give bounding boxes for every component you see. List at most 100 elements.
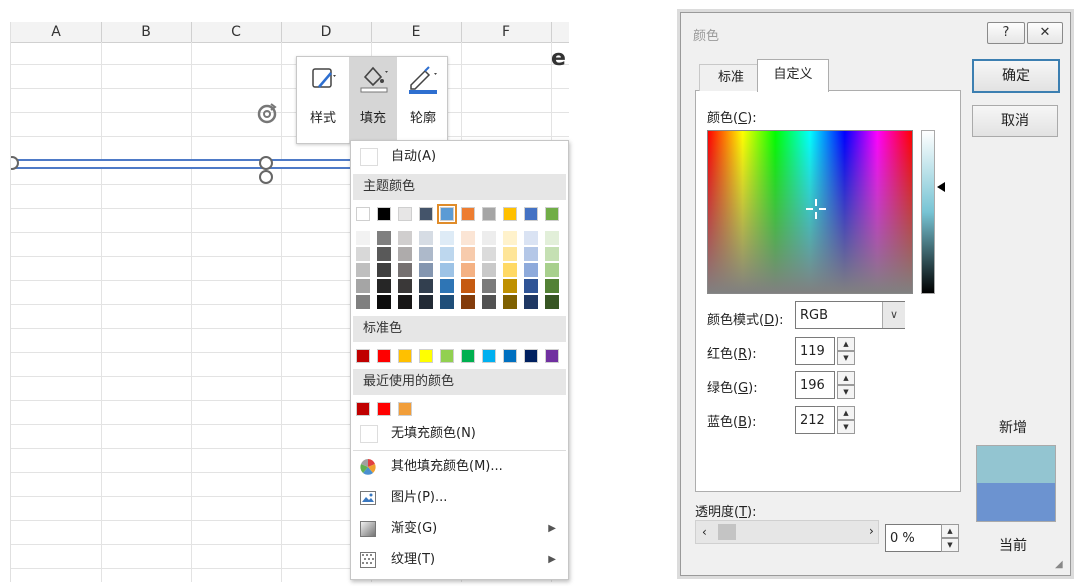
theme-shade-swatch[interactable] bbox=[356, 263, 370, 277]
column-header-c[interactable]: C bbox=[191, 22, 282, 42]
theme-shade-swatch[interactable] bbox=[419, 231, 433, 245]
scroll-left-icon[interactable]: ‹ bbox=[702, 521, 707, 543]
theme-shade-swatch[interactable] bbox=[377, 279, 391, 293]
theme-shade-swatch[interactable] bbox=[482, 247, 496, 261]
theme-shade-swatch[interactable] bbox=[461, 279, 475, 293]
gradient-fill-item[interactable]: 渐变(G) ▶ bbox=[351, 515, 568, 543]
theme-shade-swatch[interactable] bbox=[545, 279, 559, 293]
theme-shade-swatch[interactable] bbox=[482, 295, 496, 309]
resize-handle-mid-bottom[interactable] bbox=[259, 170, 273, 184]
luminance-arrow-icon[interactable] bbox=[937, 182, 945, 192]
theme-shade-swatch[interactable] bbox=[482, 279, 496, 293]
theme-shade-swatch[interactable] bbox=[440, 279, 454, 293]
theme-shade-swatch[interactable] bbox=[398, 263, 412, 277]
blue-input[interactable]: 212 bbox=[795, 406, 835, 434]
theme-color-swatch[interactable] bbox=[356, 207, 370, 221]
standard-color-swatch[interactable] bbox=[398, 349, 412, 363]
red-spinner[interactable]: ▲ ▼ bbox=[837, 337, 855, 365]
theme-color-swatch[interactable] bbox=[503, 207, 517, 221]
theme-shade-swatch[interactable] bbox=[461, 263, 475, 277]
more-fill-colors-item[interactable]: 其他填充颜色(M)... bbox=[351, 453, 568, 481]
theme-shade-swatch[interactable] bbox=[398, 279, 412, 293]
picture-fill-item[interactable]: 图片(P)... bbox=[351, 484, 568, 512]
spin-up-icon[interactable]: ▲ bbox=[837, 337, 855, 351]
column-header-d[interactable]: D bbox=[281, 22, 372, 42]
tab-standard[interactable]: 标准 bbox=[699, 64, 763, 91]
standard-color-swatch[interactable] bbox=[461, 349, 475, 363]
theme-shade-swatch[interactable] bbox=[524, 279, 538, 293]
column-header-a[interactable]: A bbox=[11, 22, 102, 42]
recent-color-swatch[interactable] bbox=[377, 402, 391, 416]
red-input[interactable]: 119 bbox=[795, 337, 835, 365]
column-header-b[interactable]: B bbox=[101, 22, 192, 42]
green-spinner[interactable]: ▲ ▼ bbox=[837, 371, 855, 399]
auto-fill-item[interactable]: 自动(A) bbox=[351, 143, 568, 171]
recent-color-swatch[interactable] bbox=[356, 402, 370, 416]
theme-shade-swatch[interactable] bbox=[503, 279, 517, 293]
theme-shade-swatch[interactable] bbox=[377, 295, 391, 309]
theme-shade-swatch[interactable] bbox=[419, 295, 433, 309]
theme-color-swatch[interactable] bbox=[437, 204, 457, 224]
theme-shade-swatch[interactable] bbox=[398, 247, 412, 261]
theme-color-swatch[interactable] bbox=[524, 207, 538, 221]
blue-spinner[interactable]: ▲ ▼ bbox=[837, 406, 855, 434]
fill-button[interactable]: 填充 bbox=[349, 57, 397, 143]
theme-shade-swatch[interactable] bbox=[377, 231, 391, 245]
theme-shade-swatch[interactable] bbox=[440, 263, 454, 277]
theme-shade-swatch[interactable] bbox=[461, 295, 475, 309]
standard-color-swatch[interactable] bbox=[545, 349, 559, 363]
spin-down-icon[interactable]: ▼ bbox=[837, 385, 855, 399]
close-button[interactable]: ✕ bbox=[1027, 22, 1063, 44]
theme-shade-swatch[interactable] bbox=[356, 231, 370, 245]
theme-shade-swatch[interactable] bbox=[503, 295, 517, 309]
standard-color-swatch[interactable] bbox=[524, 349, 538, 363]
style-button[interactable]: 样式 bbox=[299, 57, 347, 143]
scroll-right-icon[interactable]: › bbox=[869, 520, 874, 542]
theme-color-swatch[interactable] bbox=[377, 207, 391, 221]
theme-shade-swatch[interactable] bbox=[356, 279, 370, 293]
texture-fill-item[interactable]: 纹理(T) ▶ bbox=[351, 546, 568, 574]
theme-shade-swatch[interactable] bbox=[524, 247, 538, 261]
standard-color-swatch[interactable] bbox=[419, 349, 433, 363]
column-header-e[interactable]: E bbox=[371, 22, 462, 42]
cancel-button[interactable]: 取消 bbox=[972, 105, 1058, 137]
luminance-slider[interactable] bbox=[921, 130, 935, 294]
theme-shade-swatch[interactable] bbox=[545, 263, 559, 277]
theme-shade-swatch[interactable] bbox=[482, 231, 496, 245]
theme-shade-swatch[interactable] bbox=[482, 263, 496, 277]
tab-custom[interactable]: 自定义 bbox=[757, 59, 829, 92]
spin-up-icon[interactable]: ▲ bbox=[941, 524, 959, 538]
theme-shade-swatch[interactable] bbox=[524, 295, 538, 309]
theme-shade-swatch[interactable] bbox=[398, 295, 412, 309]
column-header-f[interactable]: F bbox=[461, 22, 552, 42]
outline-button[interactable]: 轮廓 bbox=[399, 57, 447, 143]
theme-color-swatch[interactable] bbox=[461, 207, 475, 221]
spin-down-icon[interactable]: ▼ bbox=[941, 538, 959, 552]
rotate-handle-icon[interactable] bbox=[255, 102, 279, 126]
theme-shade-swatch[interactable] bbox=[503, 247, 517, 261]
theme-color-swatch[interactable] bbox=[482, 207, 496, 221]
theme-shade-swatch[interactable] bbox=[545, 247, 559, 261]
theme-shade-swatch[interactable] bbox=[524, 231, 538, 245]
chevron-down-icon[interactable]: ∨ bbox=[882, 302, 905, 328]
theme-shade-swatch[interactable] bbox=[545, 295, 559, 309]
theme-shade-swatch[interactable] bbox=[440, 247, 454, 261]
theme-color-swatch[interactable] bbox=[419, 207, 433, 221]
spin-up-icon[interactable]: ▲ bbox=[837, 371, 855, 385]
theme-shade-swatch[interactable] bbox=[524, 263, 538, 277]
slider-thumb[interactable] bbox=[718, 524, 736, 540]
theme-shade-swatch[interactable] bbox=[503, 231, 517, 245]
transparency-slider[interactable]: ‹ bbox=[695, 520, 879, 544]
standard-color-swatch[interactable] bbox=[377, 349, 391, 363]
spin-up-icon[interactable]: ▲ bbox=[837, 406, 855, 420]
theme-shade-swatch[interactable] bbox=[440, 295, 454, 309]
theme-shade-swatch[interactable] bbox=[461, 231, 475, 245]
standard-color-swatch[interactable] bbox=[440, 349, 454, 363]
spin-down-icon[interactable]: ▼ bbox=[837, 420, 855, 434]
resize-grip-icon[interactable]: ◢ bbox=[1055, 559, 1063, 570]
no-fill-item[interactable]: 无填充颜色(N) bbox=[351, 420, 568, 448]
theme-shade-swatch[interactable] bbox=[377, 263, 391, 277]
theme-shade-swatch[interactable] bbox=[461, 247, 475, 261]
color-spectrum-picker[interactable] bbox=[707, 130, 913, 294]
standard-color-swatch[interactable] bbox=[503, 349, 517, 363]
